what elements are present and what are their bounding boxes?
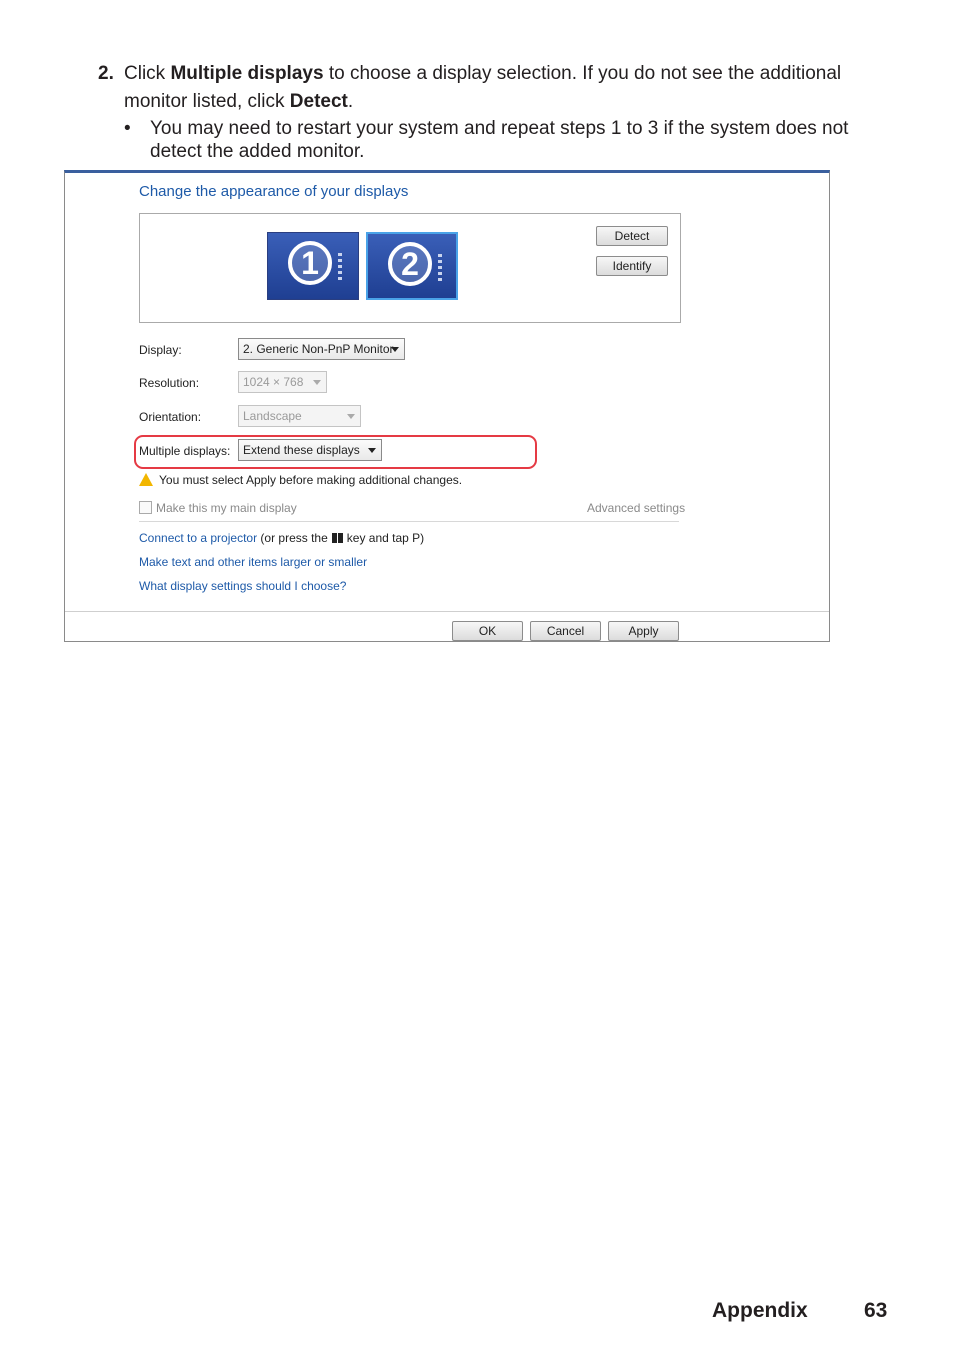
apply-button[interactable]: Apply [608,621,679,641]
projector-row: Connect to a projector (or press the key … [139,531,424,545]
multiple-displays-term: Multiple displays [170,63,324,84]
projector-note-end: key and tap P) [346,531,425,545]
step-number: 2. [98,63,114,84]
orientation-label: Orientation: [139,410,202,424]
multiple-displays-select[interactable]: Extend these displays [238,439,382,461]
display-preview: 1 2 Detect Identify [139,213,681,323]
step-2: 2. Click Multiple displays to choose a d… [98,60,888,116]
page-number: 63 [864,1299,888,1322]
chevron-down-icon [391,347,399,352]
chevron-down-icon [313,380,321,385]
monitor-1-icon [338,253,342,281]
warning-icon [139,473,153,486]
bullet-mark: • [124,118,131,139]
section-name: Appendix [712,1299,808,1322]
windows-key-icon [331,533,343,543]
apply-warning: You must select Apply before making addi… [139,473,462,487]
projector-note-start: (or press the [260,531,328,545]
identify-button[interactable]: Identify [596,256,668,276]
projector-link[interactable]: Connect to a projector [139,531,257,545]
resolution-label: Resolution: [139,376,200,390]
bullet-note: • You may need to restart your system an… [124,117,894,163]
step-text: Click Multiple displays to choose a disp… [124,63,842,112]
multiple-displays-label: Multiple displays: [139,444,231,458]
checkbox-box[interactable] [139,501,152,514]
display-select[interactable]: 2. Generic Non-PnP Monitor [238,338,405,360]
display-settings-screenshot: Change the appearance of your displays 1… [64,170,830,642]
detect-term: Detect [289,91,348,112]
bullet-text: You may need to restart your system and … [150,118,849,162]
monitor-2-number: 2 [388,242,432,286]
help-link[interactable]: What display settings should I choose? [139,579,346,593]
orientation-select[interactable]: Landscape [238,405,361,427]
main-display-checkbox[interactable]: Make this my main display [139,501,297,515]
monitor-2-icon [438,254,442,282]
text-size-link[interactable]: Make text and other items larger or smal… [139,555,367,569]
divider [139,521,679,522]
detect-button[interactable]: Detect [596,226,668,246]
advanced-settings-link[interactable]: Advanced settings [587,501,685,515]
chevron-down-icon [368,448,376,453]
monitor-2[interactable]: 2 [366,232,458,300]
monitor-1-number: 1 [288,241,332,285]
display-label: Display: [139,343,182,357]
cancel-button[interactable]: Cancel [530,621,601,641]
monitor-1[interactable]: 1 [267,232,359,300]
ok-button[interactable]: OK [452,621,523,641]
resolution-select[interactable]: 1024 × 768 [238,371,327,393]
chevron-down-icon [347,414,355,419]
footer-divider [65,611,829,612]
screenshot-title: Change the appearance of your displays [139,183,409,200]
